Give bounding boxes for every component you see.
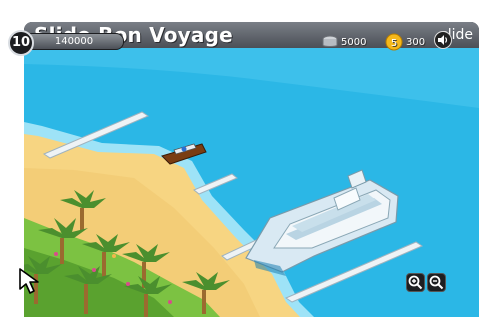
gold-value: 300 [406, 36, 426, 48]
zoom-in-icon [408, 275, 423, 290]
sound-toggle-button[interactable] [434, 31, 452, 49]
zoom-out-icon [429, 275, 444, 290]
gold-icon-label: 5 [391, 38, 397, 49]
page-background [0, 0, 483, 10]
level-badge: 10 [8, 30, 34, 56]
coins-counter: 5000 [322, 33, 366, 51]
gold-counter: 5 300 [385, 33, 425, 51]
xp-bar: 140000 [24, 33, 124, 50]
coins-value: 5000 [341, 36, 367, 48]
speaker-icon [438, 35, 448, 45]
coin-stack-icon [322, 35, 338, 47]
zoom-in-button[interactable] [406, 273, 425, 292]
arrow-cursor-icon [19, 268, 39, 294]
gold-coin-icon: 5 [385, 33, 403, 51]
zoom-out-button[interactable] [427, 273, 446, 292]
